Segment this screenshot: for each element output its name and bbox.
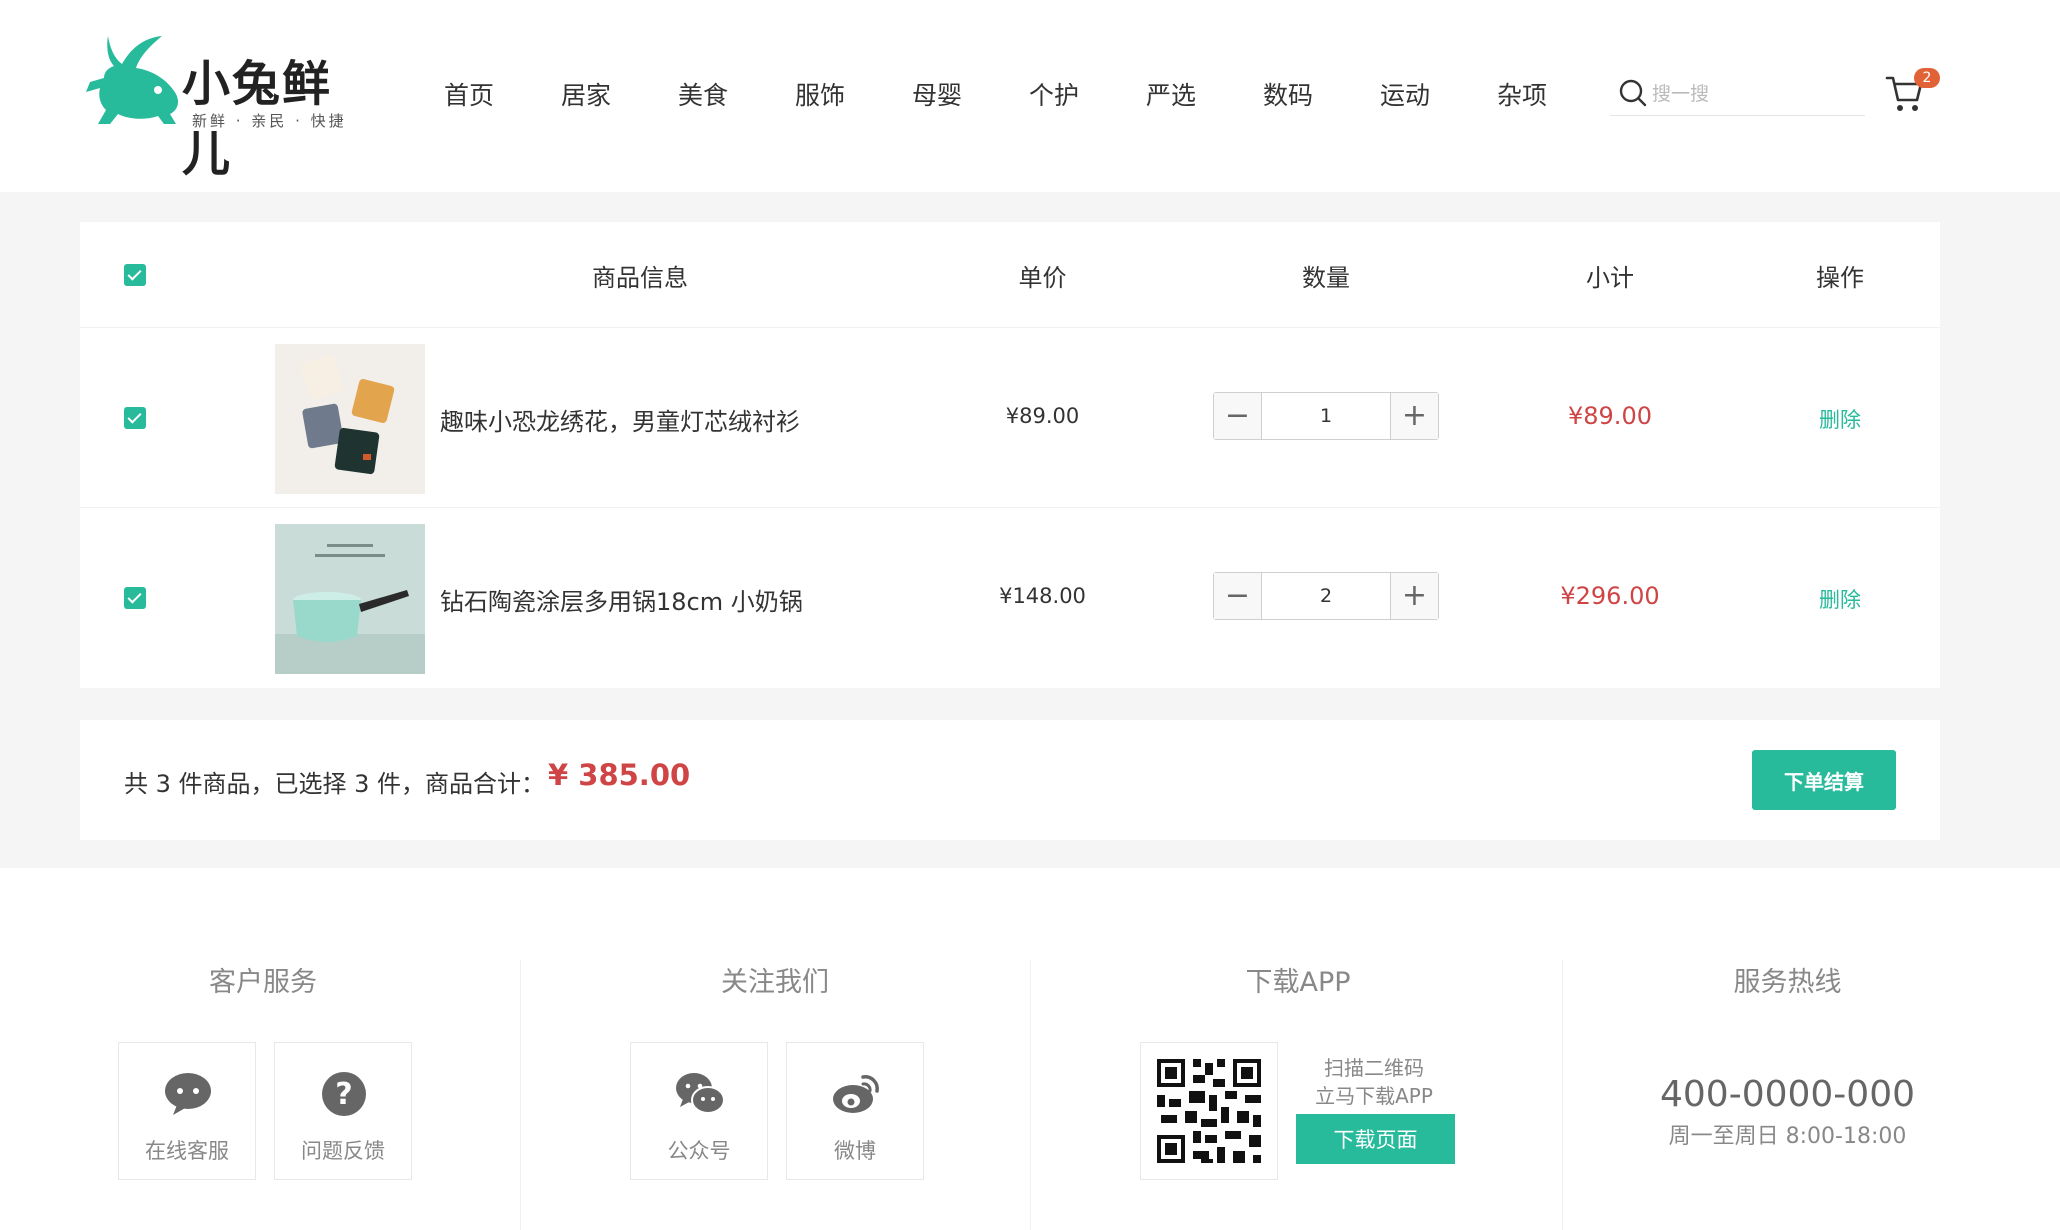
wechat-icon [676,1073,725,1114]
nav-item-food[interactable]: 美食 [678,76,795,112]
question-icon: ? [322,1072,366,1116]
footer-title-hotline: 服务热线 [1733,967,1842,998]
quantity-input[interactable] [1262,573,1390,619]
feedback-button[interactable]: ? 问题反馈 [274,1042,412,1180]
decrease-quantity-button[interactable]: − [1214,393,1262,439]
cart-row: 钻石陶瓷涂层多用锅18cm 小奶锅 ¥148.00 − + ¥296.00 删除 [80,508,1940,688]
qr-caption-line2: 立马下载APP [1315,1084,1433,1108]
footer-divider [1562,960,1563,1230]
site-header: 小兔鲜儿 新鲜 · 亲民 · 快捷 首页 居家 美食 服饰 母婴 个护 严选 数… [0,0,2060,192]
online-service-button[interactable]: 在线客服 [118,1042,256,1180]
nav-item-personal-care[interactable]: 个护 [1029,76,1146,112]
product-thumbnail-shirts[interactable] [275,344,425,494]
item-subtotal: ¥296.00 [1560,582,1660,610]
cart-row: 趣味小恐龙绣花，男童灯芯绒衬衫 ¥89.00 − + ¥89.00 删除 [80,328,1940,508]
online-service-label: 在线客服 [145,1139,229,1163]
qr-code-icon [1141,1043,1277,1179]
nav-item-home[interactable]: 首页 [444,76,561,112]
svg-text:?: ? [335,1077,352,1112]
product-name[interactable]: 趣味小恐龙绣花，男童灯芯绒衬衫 [440,402,800,437]
cart-table: 商品信息 单价 数量 小计 操作 趣味小恐龙绣花，男童灯芯绒衬衫 ¥89.00 [80,222,1940,688]
quantity-input[interactable] [1262,393,1390,439]
header-quantity: 数量 [1302,264,1350,292]
hotline-number: 400-0000-000 [1659,1074,1916,1115]
delete-item-button[interactable]: 删除 [1780,404,1900,434]
nav-item-digital[interactable]: 数码 [1263,76,1380,112]
service-hours: 周一至周日 8:00-18:00 [1668,1124,1907,1149]
rabbit-logo-icon [86,36,178,124]
feedback-label: 问题反馈 [301,1139,385,1163]
decrease-quantity-button[interactable]: − [1214,573,1262,619]
logo[interactable]: 小兔鲜儿 新鲜 · 亲民 · 快捷 [80,28,380,182]
app-qr-code [1140,1042,1278,1180]
nav-item-apparel[interactable]: 服饰 [795,76,912,112]
quantity-stepper: − + [1213,572,1439,620]
header-unit-price: 单价 [1018,264,1067,292]
cart-link[interactable]: 2 [1884,66,1942,118]
nav-item-baby[interactable]: 母婴 [912,76,1029,112]
nav-item-selection[interactable]: 严选 [1146,76,1263,112]
wechat-official-account-button[interactable]: 公众号 [630,1042,768,1180]
wechat-label: 公众号 [667,1139,731,1163]
cart-table-header: 商品信息 单价 数量 小计 操作 [80,222,1940,328]
footer-divider [520,960,521,1230]
nav-item-misc[interactable]: 杂项 [1497,76,1614,112]
item-checkbox[interactable] [124,407,146,429]
qr-caption-line1: 扫描二维码 [1324,1056,1424,1080]
product-name[interactable]: 钻石陶瓷涂层多用锅18cm 小奶锅 [440,582,803,617]
increase-quantity-button[interactable]: + [1390,393,1438,439]
footer-title-follow-us: 关注我们 [721,967,829,998]
chat-bubble-icon [165,1073,211,1115]
cart-page: 商品信息 单价 数量 小计 操作 趣味小恐龙绣花，男童灯芯绒衬衫 ¥89.00 [0,192,2060,868]
logo-slogan: 新鲜 · 亲民 · 快捷 [192,112,347,130]
delete-item-button[interactable]: 删除 [1780,584,1900,614]
item-subtotal: ¥89.00 [1568,402,1652,430]
unit-price: ¥148.00 [999,584,1086,608]
footer-title-customer-service: 客户服务 [209,967,317,998]
milk-pot-image [275,524,425,674]
quantity-stepper: − + [1213,392,1439,440]
header-subtotal: 小计 [1586,264,1634,292]
site-footer: 客户服务 在线客服 ? 问题反馈 关注我们 公众号 微博 下载APP 扫描二维码… [0,868,2060,1230]
header-actions: 操作 [1816,264,1864,292]
item-checkbox[interactable] [124,587,146,609]
nav-item-home-living[interactable]: 居家 [561,76,678,112]
shirts-image [275,344,425,494]
checkout-button[interactable]: 下单结算 [1752,750,1896,810]
search-input[interactable] [1652,80,1857,108]
cart-count-badge: 2 [1914,68,1940,88]
nav-item-sports[interactable]: 运动 [1380,76,1497,112]
increase-quantity-button[interactable]: + [1390,573,1438,619]
weibo-icon [833,1075,879,1113]
unit-price: ¥89.00 [1005,404,1080,428]
footer-title-download-app: 下载APP [1245,967,1351,998]
weibo-label: 微博 [834,1139,876,1163]
weibo-button[interactable]: 微博 [786,1042,924,1180]
search-icon[interactable] [1618,78,1648,108]
product-thumbnail-pot[interactable] [275,524,425,674]
summary-total: ¥ 385.00 [548,758,691,792]
summary-text: 共 3 件商品，已选择 3 件，商品合计： [124,770,546,798]
search-box [1610,70,1865,116]
footer-divider [1030,960,1031,1230]
select-all-checkbox[interactable] [124,264,146,286]
download-page-button[interactable]: 下载页面 [1296,1114,1455,1164]
main-nav: 首页 居家 美食 服饰 母婴 个护 严选 数码 运动 杂项 [444,76,1614,112]
header-product-info: 商品信息 [592,264,688,292]
cart-summary: 共 3 件商品，已选择 3 件，商品合计： ¥ 385.00 下单结算 [80,720,1940,840]
